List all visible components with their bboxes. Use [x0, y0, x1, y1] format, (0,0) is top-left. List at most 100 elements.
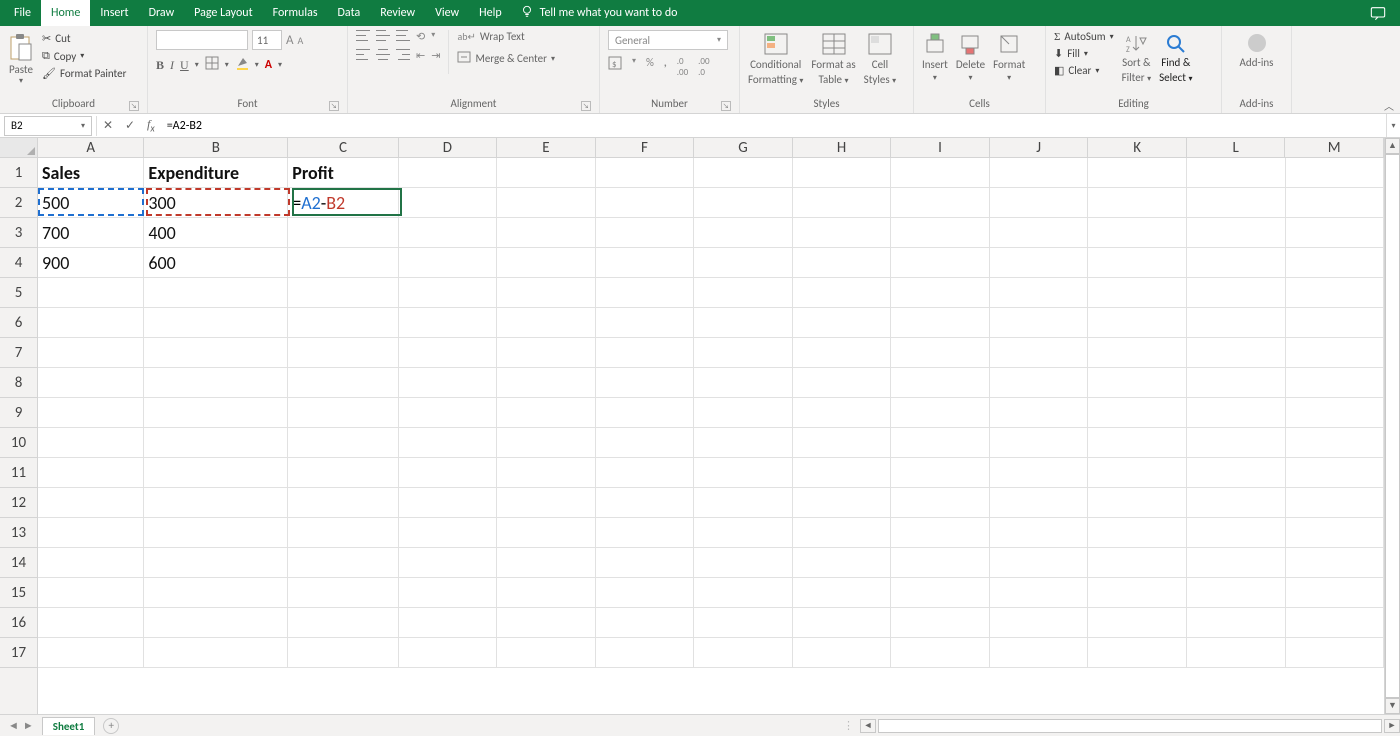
cell-K4[interactable]	[1088, 248, 1187, 277]
cell-A16[interactable]	[38, 608, 144, 637]
cell-B5[interactable]	[144, 278, 288, 307]
increase-indent-icon[interactable]: ⇥	[431, 49, 440, 62]
paste-button[interactable]: Paste ▾	[8, 30, 34, 86]
cell-C14[interactable]	[288, 548, 398, 577]
cell-I17[interactable]	[891, 638, 990, 667]
cell-L2[interactable]	[1187, 188, 1286, 217]
cell-F2[interactable]	[596, 188, 695, 217]
dialog-launcher-icon[interactable]: ↘	[329, 101, 339, 111]
cell-H2[interactable]	[793, 188, 892, 217]
cell-K10[interactable]	[1088, 428, 1187, 457]
cell-D5[interactable]	[399, 278, 498, 307]
cell-K8[interactable]	[1088, 368, 1187, 397]
cell-F13[interactable]	[596, 518, 695, 547]
font-size-select[interactable]: 11	[252, 30, 282, 50]
cell-E2[interactable]	[497, 188, 596, 217]
row-header-15[interactable]: 15	[0, 578, 37, 608]
cell-M10[interactable]	[1286, 428, 1385, 457]
cell-B10[interactable]	[144, 428, 288, 457]
col-header-C[interactable]: C	[288, 138, 398, 157]
format-as-table-button[interactable]: Format as Table ▾	[811, 30, 855, 86]
col-header-D[interactable]: D	[399, 138, 498, 157]
scroll-down-icon[interactable]: ▼	[1385, 698, 1400, 714]
cell-F7[interactable]	[596, 338, 695, 367]
cell-K11[interactable]	[1088, 458, 1187, 487]
tab-file[interactable]: File	[4, 0, 41, 26]
cell-F4[interactable]	[596, 248, 695, 277]
cell-G13[interactable]	[694, 518, 793, 547]
col-header-L[interactable]: L	[1187, 138, 1286, 157]
cell-B16[interactable]	[144, 608, 288, 637]
row-header-17[interactable]: 17	[0, 638, 37, 668]
cell-L8[interactable]	[1187, 368, 1286, 397]
cell-F6[interactable]	[596, 308, 695, 337]
cell-B6[interactable]	[144, 308, 288, 337]
cell-E4[interactable]	[497, 248, 596, 277]
cell-F15[interactable]	[596, 578, 695, 607]
cell-C12[interactable]	[288, 488, 398, 517]
autosum-button[interactable]: ΣAutoSum▾	[1054, 30, 1114, 43]
cell-L4[interactable]	[1187, 248, 1286, 277]
cell-F5[interactable]	[596, 278, 695, 307]
increase-decimal-button[interactable]: .0.00	[677, 56, 688, 78]
cell-F3[interactable]	[596, 218, 695, 247]
cell-J13[interactable]	[990, 518, 1089, 547]
tab-insert[interactable]: Insert	[90, 0, 138, 26]
cell-C16[interactable]	[288, 608, 398, 637]
cell-H12[interactable]	[793, 488, 892, 517]
percent-format-button[interactable]: %	[646, 56, 654, 78]
col-header-J[interactable]: J	[990, 138, 1089, 157]
align-left-icon[interactable]	[356, 49, 370, 60]
cell-H11[interactable]	[793, 458, 892, 487]
scroll-up-icon[interactable]: ▲	[1385, 138, 1400, 154]
cell-B14[interactable]	[144, 548, 288, 577]
tab-view[interactable]: View	[425, 0, 469, 26]
row-header-5[interactable]: 5	[0, 278, 37, 308]
cell-B8[interactable]	[144, 368, 288, 397]
cell-C1[interactable]: Profit	[288, 158, 398, 187]
col-header-A[interactable]: A	[38, 138, 144, 157]
cell-J11[interactable]	[990, 458, 1089, 487]
tell-me[interactable]: Tell me what you want to do	[520, 0, 678, 26]
sort-filter-button[interactable]: AZ Sort & Filter ▾	[1122, 30, 1152, 84]
cell-L7[interactable]	[1187, 338, 1286, 367]
cell-A5[interactable]	[38, 278, 144, 307]
cell-D8[interactable]	[399, 368, 498, 397]
cell-A2[interactable]: 500	[38, 188, 144, 217]
cell-L3[interactable]	[1187, 218, 1286, 247]
row-header-13[interactable]: 13	[0, 518, 37, 548]
cell-I7[interactable]	[891, 338, 990, 367]
cell-B17[interactable]	[144, 638, 288, 667]
cell-C5[interactable]	[288, 278, 398, 307]
cell-M2[interactable]	[1286, 188, 1385, 217]
cell-G10[interactable]	[694, 428, 793, 457]
cell-C8[interactable]	[288, 368, 398, 397]
cell-M8[interactable]	[1286, 368, 1385, 397]
cell-H14[interactable]	[793, 548, 892, 577]
cell-C17[interactable]	[288, 638, 398, 667]
cell-I4[interactable]	[891, 248, 990, 277]
cell-E11[interactable]	[497, 458, 596, 487]
cell-E7[interactable]	[497, 338, 596, 367]
cell-A17[interactable]	[38, 638, 144, 667]
cell-M11[interactable]	[1286, 458, 1385, 487]
accounting-format-button[interactable]: $	[608, 56, 622, 78]
cell-A13[interactable]	[38, 518, 144, 547]
cell-I6[interactable]	[891, 308, 990, 337]
cell-M14[interactable]	[1286, 548, 1385, 577]
font-color-button[interactable]: A	[265, 58, 272, 72]
font-name-select[interactable]	[156, 30, 248, 50]
name-box[interactable]: B2 ▾	[4, 116, 92, 136]
cell-F1[interactable]	[596, 158, 695, 187]
cell-I10[interactable]	[891, 428, 990, 457]
cell-C13[interactable]	[288, 518, 398, 547]
row-header-9[interactable]: 9	[0, 398, 37, 428]
cell-L11[interactable]	[1187, 458, 1286, 487]
insert-cells-button[interactable]: Insert▾	[922, 30, 948, 83]
cell-M17[interactable]	[1286, 638, 1385, 667]
cell-M5[interactable]	[1286, 278, 1385, 307]
cell-D14[interactable]	[399, 548, 498, 577]
cell-I8[interactable]	[891, 368, 990, 397]
cell-B13[interactable]	[144, 518, 288, 547]
wrap-text-button[interactable]: ab↵Wrap Text	[457, 30, 555, 43]
